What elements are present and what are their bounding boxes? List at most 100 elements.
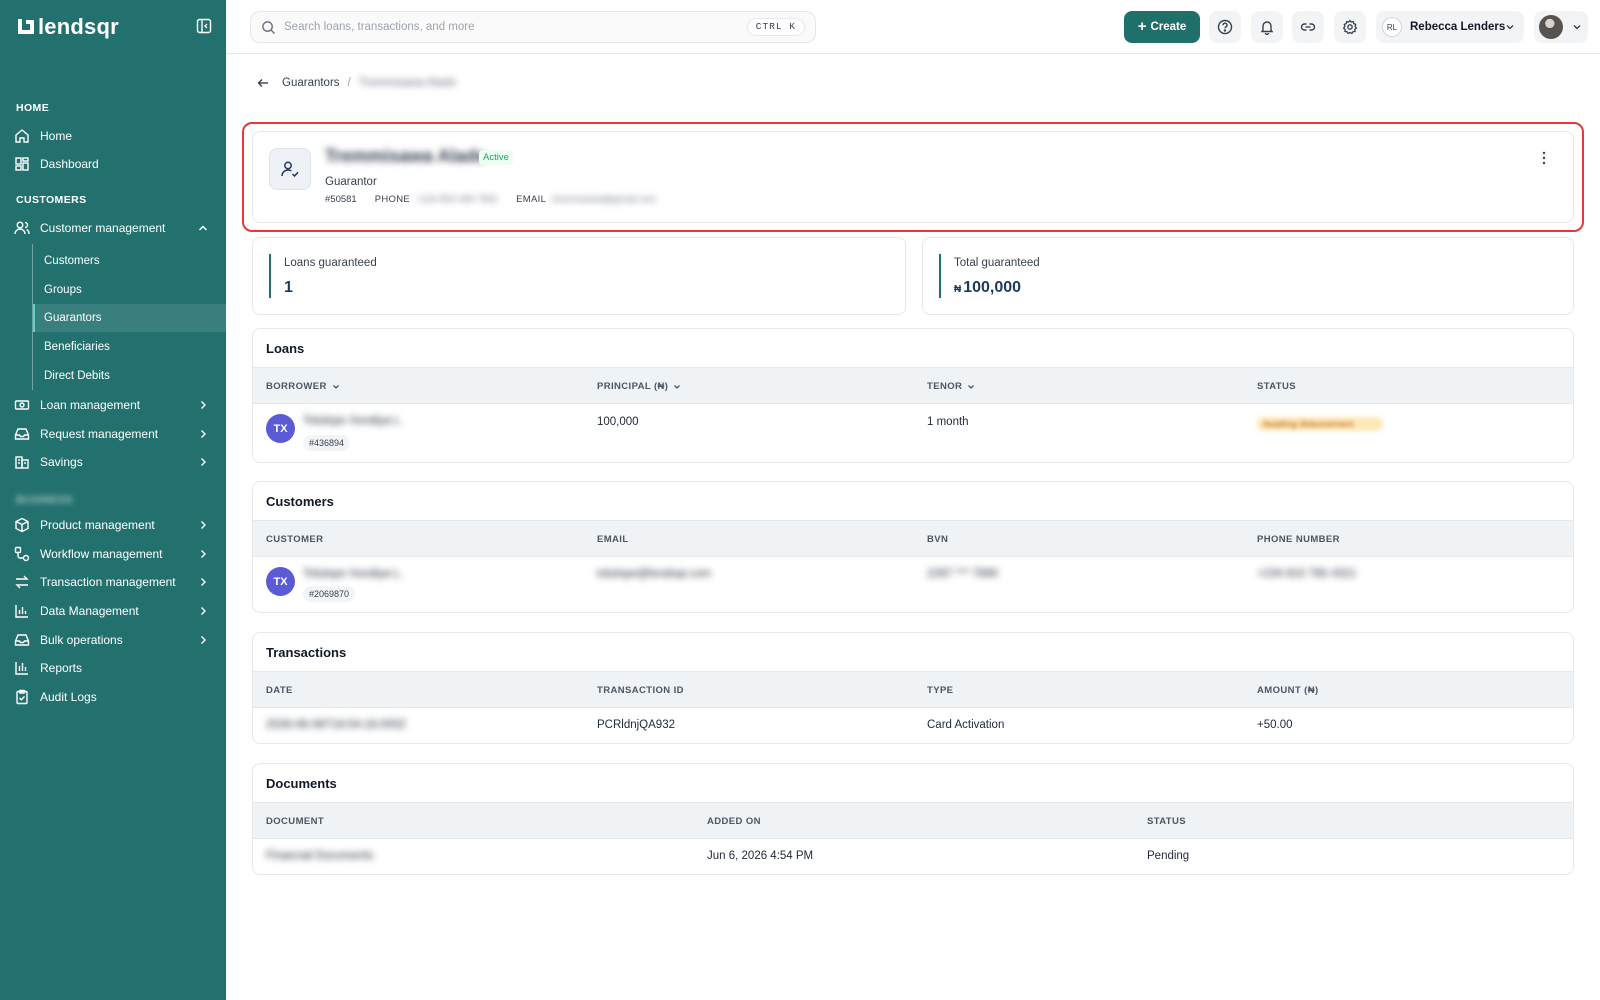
sidebar-item-request-management[interactable]: Request management (0, 420, 226, 448)
user-name: Rebecca Lenders (1410, 21, 1506, 33)
workflow-icon (14, 546, 30, 562)
column-header-customer: CUSTOMER (266, 534, 324, 545)
stat-label: Total guaranteed (954, 257, 1040, 269)
home-icon (15, 129, 29, 143)
sidebar-item-label: Data Management (40, 604, 139, 618)
bar-chart-icon (15, 605, 28, 618)
profile-avatar-menu[interactable] (1534, 11, 1588, 43)
brand-logo[interactable]: lendsqr (16, 14, 119, 40)
sidebar-item-savings[interactable]: Savings (0, 448, 226, 476)
create-button[interactable]: + Create (1124, 11, 1200, 43)
sidebar-item-reports[interactable]: Reports (0, 654, 226, 682)
top-bar: CTRL K + Create RL Rebecca Lenders (226, 0, 1600, 54)
column-header-transaction-id: TRANSACTION ID (597, 685, 684, 696)
loan-principal: 100,000 (597, 416, 639, 428)
column-header-email: EMAIL (597, 534, 629, 545)
more-vertical-icon[interactable] (1537, 150, 1551, 166)
chevron-right-icon (201, 401, 206, 409)
link-icon (1300, 23, 1316, 31)
stat-amount: 100,000 (963, 279, 1022, 296)
sidebar-item-label: Bulk operations (40, 633, 123, 647)
sidebar-subitem-groups[interactable]: Groups (33, 276, 226, 304)
document-status: Pending (1147, 850, 1190, 862)
sidebar-subitem-direct-debits[interactable]: Direct Debits (33, 362, 226, 390)
create-button-label: Create (1150, 21, 1187, 33)
table-header: DOCUMENT ADDED ON STATUS (253, 802, 1573, 839)
money-icon (14, 400, 30, 410)
global-search[interactable]: CTRL K (250, 11, 816, 43)
table-row[interactable]: TX Tolulope Xendiya L. #436894 100,000 1… (253, 404, 1573, 462)
sidebar-item-transaction-management[interactable]: Transaction management (0, 568, 226, 596)
sidebar-item-dashboard[interactable]: Dashboard (0, 150, 226, 178)
sidebar-item-audit-logs[interactable]: Audit Logs (0, 683, 226, 711)
document-name[interactable]: Financial Documents (266, 850, 373, 862)
notifications-button[interactable] (1251, 11, 1283, 43)
stat-value: ₦ 100,000 (954, 279, 1021, 297)
column-header-tenor[interactable]: TENOR (927, 368, 976, 405)
table-row[interactable]: TX Tolulope Xendiya L. #2069870 tolulope… (253, 557, 1573, 612)
search-input[interactable] (284, 21, 744, 33)
customers-title: Customers (266, 493, 334, 509)
chevron-right-icon (201, 458, 206, 466)
stat-accent-bar (939, 254, 941, 298)
column-header-status: STATUS (1257, 381, 1296, 392)
transaction-type: Card Activation (927, 719, 1005, 731)
clipboard-icon (16, 689, 28, 705)
user-check-icon (281, 161, 299, 178)
stat-label: Loans guaranteed (284, 257, 377, 269)
column-header-bvn: BVN (927, 534, 949, 545)
link-button[interactable] (1292, 11, 1324, 43)
sidebar-subitem-guarantors[interactable]: Guarantors (33, 304, 226, 332)
sidebar-item-product-management[interactable]: Product management (0, 511, 226, 539)
column-header-borrower[interactable]: BORROWER (266, 368, 341, 405)
chevron-right-icon (201, 550, 206, 558)
search-shortcut-badge: CTRL K (746, 18, 805, 36)
column-header-principal[interactable]: PRINCIPAL (₦) (597, 368, 682, 405)
box-icon (15, 517, 29, 533)
sidebar-item-home[interactable]: Home (0, 122, 226, 150)
chevron-right-icon (201, 430, 206, 438)
column-header-phone: PHONE NUMBER (1257, 534, 1340, 545)
sidebar-subitem-beneficiaries[interactable]: Beneficiaries (33, 333, 226, 361)
arrow-left-icon[interactable] (256, 76, 270, 90)
breadcrumb-parent-link[interactable]: Guarantors (282, 77, 340, 89)
stat-value: 1 (284, 279, 293, 296)
chevron-down-icon (674, 384, 681, 389)
document-added-on: Jun 6, 2026 4:54 PM (707, 850, 814, 862)
loan-tenor: 1 month (927, 416, 969, 428)
guarantor-role: Guarantor (325, 176, 377, 188)
currency-symbol: ₦ (954, 284, 962, 295)
help-icon (1217, 19, 1233, 35)
sidebar-collapse-icon[interactable] (196, 18, 212, 34)
sidebar-item-workflow-management[interactable]: Workflow management (0, 540, 226, 568)
sidebar-item-customer-management[interactable]: Customer management (0, 214, 226, 242)
section-label-hidden: BUSINESS (16, 494, 73, 506)
customer-id-chip: #2069870 (303, 586, 356, 602)
bell-icon (1260, 21, 1274, 35)
borrower-name: Tolulope Xendiya L. (303, 415, 404, 427)
phone-label: PHONE (374, 194, 410, 205)
documents-title: Documents (266, 775, 337, 791)
help-button[interactable] (1209, 11, 1241, 43)
guarantor-phone: +234 803 456 7891 (416, 194, 499, 205)
sidebar-item-bulk-operations[interactable]: Bulk operations (0, 626, 226, 654)
table-row[interactable]: 2026-06-06T16:54:18.000Z PCRldnjQA932 Ca… (253, 708, 1573, 743)
loans-title: Loans (266, 340, 305, 356)
sidebar-item-data-management[interactable]: Data Management (0, 597, 226, 625)
borrower-avatar: TX (266, 414, 295, 443)
column-header-added-on: ADDED ON (707, 816, 761, 827)
user-initials: RL (1382, 17, 1402, 37)
sidebar-item-loan-management[interactable]: Loan management (0, 391, 226, 419)
chevron-down-icon (968, 384, 975, 389)
settings-button[interactable] (1334, 11, 1366, 43)
sidebar-subitem-customers[interactable]: Customers (33, 247, 226, 275)
avatar (1539, 15, 1563, 39)
dashboard-icon (15, 157, 29, 171)
swap-icon (15, 575, 29, 589)
column-header-date: DATE (266, 685, 293, 696)
brand-name: lendsqr (38, 14, 119, 39)
user-menu[interactable]: RL Rebecca Lenders (1376, 11, 1524, 43)
chevron-right-icon (201, 607, 206, 615)
chevron-right-icon (201, 636, 206, 644)
table-row[interactable]: Financial Documents Jun 6, 2026 4:54 PM … (253, 839, 1573, 874)
